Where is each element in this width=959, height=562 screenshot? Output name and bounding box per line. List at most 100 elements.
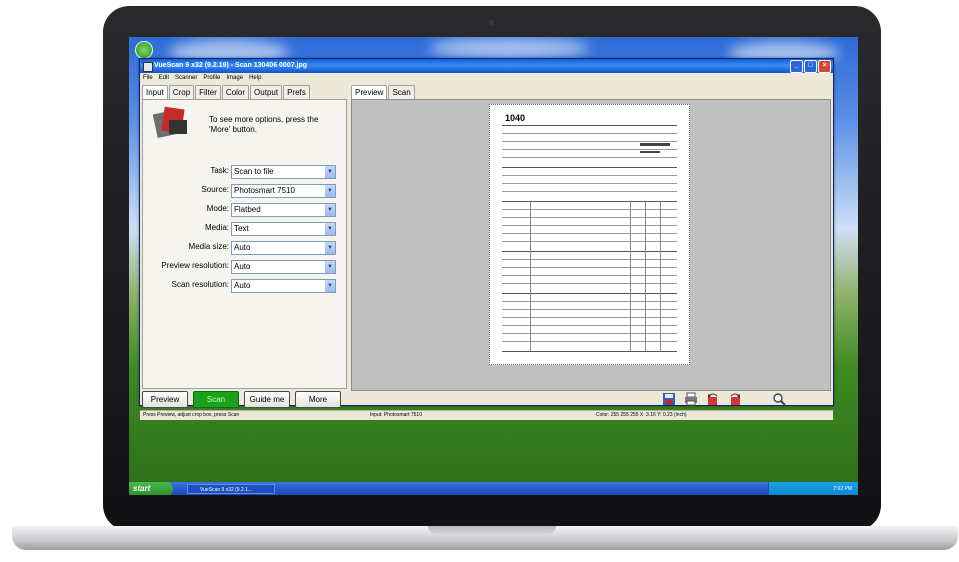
tab-crop[interactable]: Crop [168,85,195,99]
title-bar[interactable]: VueScan 9 x32 (9.2.19) - Scan 130406 000… [140,59,833,73]
status-bar: Press Preview, adjust crop box, press Sc… [140,410,833,420]
print-icon[interactable] [684,392,698,406]
preview-resolution-select[interactable]: Auto ▼ [231,260,336,274]
camera [489,20,494,25]
preview-canvas[interactable]: 1040 [351,99,831,391]
tab-scan[interactable]: Scan [388,85,415,99]
chevron-down-icon[interactable]: ▼ [325,242,335,254]
menu-image[interactable]: Image [226,73,243,83]
form-rule [502,157,677,158]
field-value: Scan to file [234,167,274,176]
field-label: Preview resolution: [161,261,229,270]
form-rule [502,209,677,210]
form-number: 1040 [505,113,526,123]
field-value: Text [234,224,249,233]
rotate-left-icon[interactable] [706,392,720,406]
input-tab-body: To see more options, press the 'More' bu… [142,99,347,389]
mode-select[interactable]: Flatbed ▼ [231,203,336,217]
desktop-app-icon[interactable] [135,41,153,59]
form-mark [640,143,670,146]
status-right: Color: 255 255 255 X: 3.16 Y: 0.23 (inch… [596,412,687,418]
field-label: Source: [201,185,229,194]
taskbar-vuescan-item[interactable]: VueScan 9 x32 (9.2.1... [187,484,275,494]
system-tray: 7:02 PM [768,482,858,495]
form-rule [502,167,677,168]
chevron-down-icon[interactable]: ▼ [325,185,335,197]
chevron-down-icon[interactable]: ▼ [325,280,335,292]
guide-me-button[interactable]: Guide me [244,391,290,408]
form-rule [502,267,677,268]
tab-filter[interactable]: Filter [195,85,221,99]
field-value: Auto [234,243,251,252]
save-icon[interactable] [662,392,676,406]
taskbar: start VueScan 9 x32 (9.2.1... 7:02 PM [129,482,858,495]
form-rule [502,309,677,310]
preview-panel: Preview Scan 1040 [351,85,831,391]
form-rule [502,341,677,342]
menu-help[interactable]: Help [249,73,261,83]
preview-tabs: Preview Scan [351,85,829,99]
media-select[interactable]: Text ▼ [231,222,336,236]
window-title: VueScan 9 x32 (9.2.19) - Scan 130406 000… [154,62,308,69]
field-value: Auto [234,262,251,271]
form-mark [640,151,660,153]
cloud [429,37,589,59]
options-tabs: Input Crop Filter Color Output Prefs [142,85,347,99]
field-source: Source: Photosmart 7510 ▼ [143,183,346,198]
form-rule [502,233,677,234]
field-value: Flatbed [234,205,261,214]
field-label: Mode: [206,204,229,213]
task-select[interactable]: Scan to file ▼ [231,165,336,179]
field-task: Task: Scan to file ▼ [143,164,346,179]
scan-resolution-select[interactable]: Auto ▼ [231,279,336,293]
preview-button[interactable]: Preview [142,391,188,408]
source-select[interactable]: Photosmart 7510 ▼ [231,184,336,198]
chevron-down-icon[interactable]: ▼ [325,261,335,273]
toolbar-icons [662,392,786,406]
form-rule [502,283,677,284]
menu-scanner[interactable]: Scanner [175,73,197,83]
tab-output[interactable]: Output [250,85,283,99]
start-button[interactable]: start [129,482,173,495]
field-label: Media: [204,223,229,232]
chevron-down-icon[interactable]: ▼ [325,223,335,235]
minimize-button[interactable]: _ [790,60,803,73]
clock[interactable]: 7:02 PM [833,486,852,492]
app-icon [143,62,153,72]
field-label: Media size: [188,242,229,251]
rotate-right-icon[interactable] [728,392,742,406]
screen: VueScan 9 x32 (9.2.19) - Scan 130406 000… [129,37,858,495]
status-left: Press Preview, adjust crop box, press Sc… [143,412,240,418]
form-rule [502,317,677,318]
menu-file[interactable]: File [143,73,153,83]
form-rule [502,141,677,142]
zoom-icon[interactable] [772,392,786,406]
field-preview-resolution: Preview resolution: Auto ▼ [143,259,346,274]
menu-profile[interactable]: Profile [203,73,220,83]
tab-prefs[interactable]: Prefs [283,85,310,99]
form-rule [502,225,677,226]
form-rule [502,175,677,176]
close-button[interactable]: × [818,60,831,73]
tab-preview[interactable]: Preview [351,85,388,99]
form-rule [502,125,677,126]
form-rule [502,133,677,134]
maximize-button[interactable]: □ [804,60,817,73]
form-rule [502,259,677,260]
chevron-down-icon[interactable]: ▼ [325,204,335,216]
form-column [645,201,646,351]
more-button[interactable]: More [295,391,341,408]
menu-edit[interactable]: Edit [159,73,169,83]
form-rule [502,183,677,184]
field-media-size: Media size: Auto ▼ [143,240,346,255]
tab-color[interactable]: Color [221,85,250,99]
chevron-down-icon[interactable]: ▼ [325,166,335,178]
tab-input[interactable]: Input [142,85,168,99]
scan-button[interactable]: Scan [193,391,239,408]
scanned-document[interactable]: 1040 [489,104,690,365]
form-rule [502,201,677,202]
form-rule [502,351,677,352]
media-size-select[interactable]: Auto ▼ [231,241,336,255]
form-rule [502,191,677,192]
field-mode: Mode: Flatbed ▼ [143,202,346,217]
